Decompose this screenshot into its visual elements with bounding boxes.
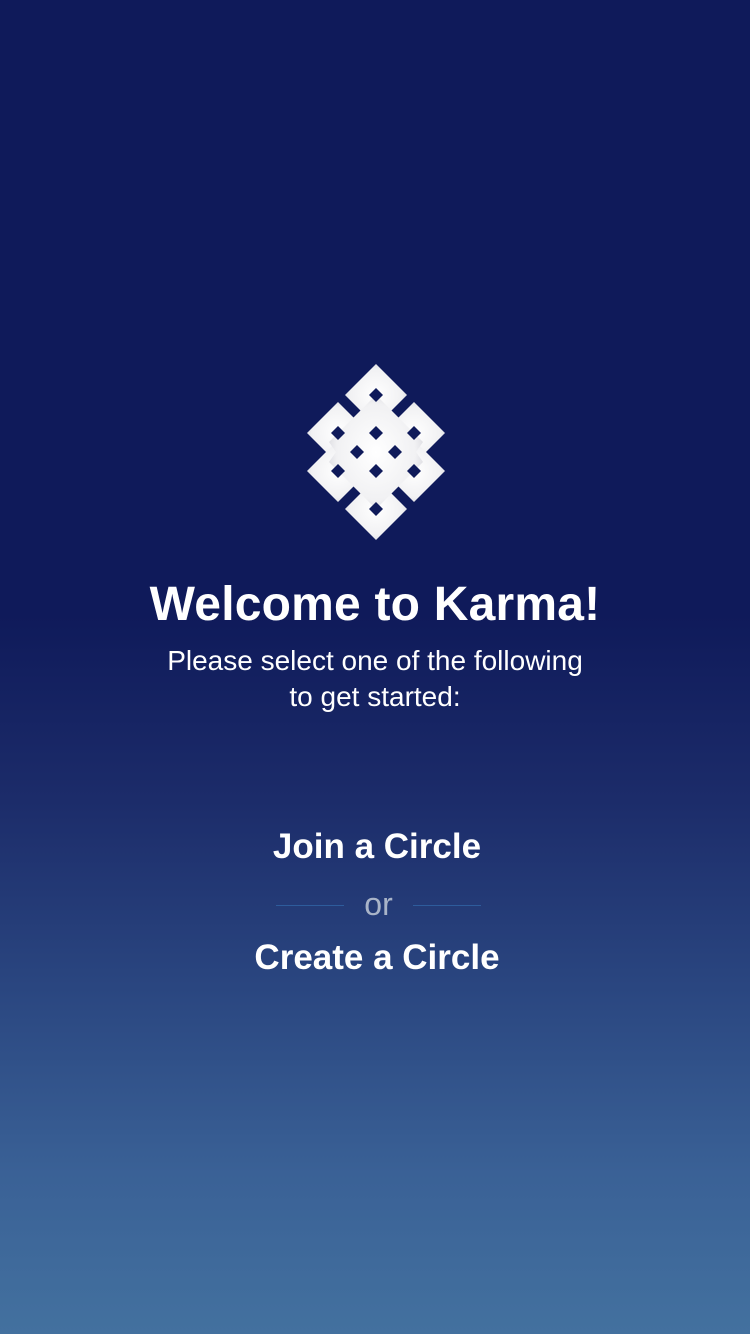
or-divider: or [276,884,481,924]
subtitle-line-1: Please select one of the following [167,645,583,676]
join-circle-button[interactable]: Join a Circle [2,825,750,869]
endless-knot-icon [305,362,447,542]
welcome-title: Welcome to Karma! [149,578,601,631]
or-label: or [364,886,393,922]
divider-line-right [413,905,481,906]
create-circle-button[interactable]: Create a Circle [2,936,750,980]
welcome-screen: Welcome to Karma! Please select one of t… [0,0,750,1334]
welcome-subtitle: Please select one of the following to ge… [125,643,625,715]
subtitle-line-2: to get started: [289,681,461,712]
